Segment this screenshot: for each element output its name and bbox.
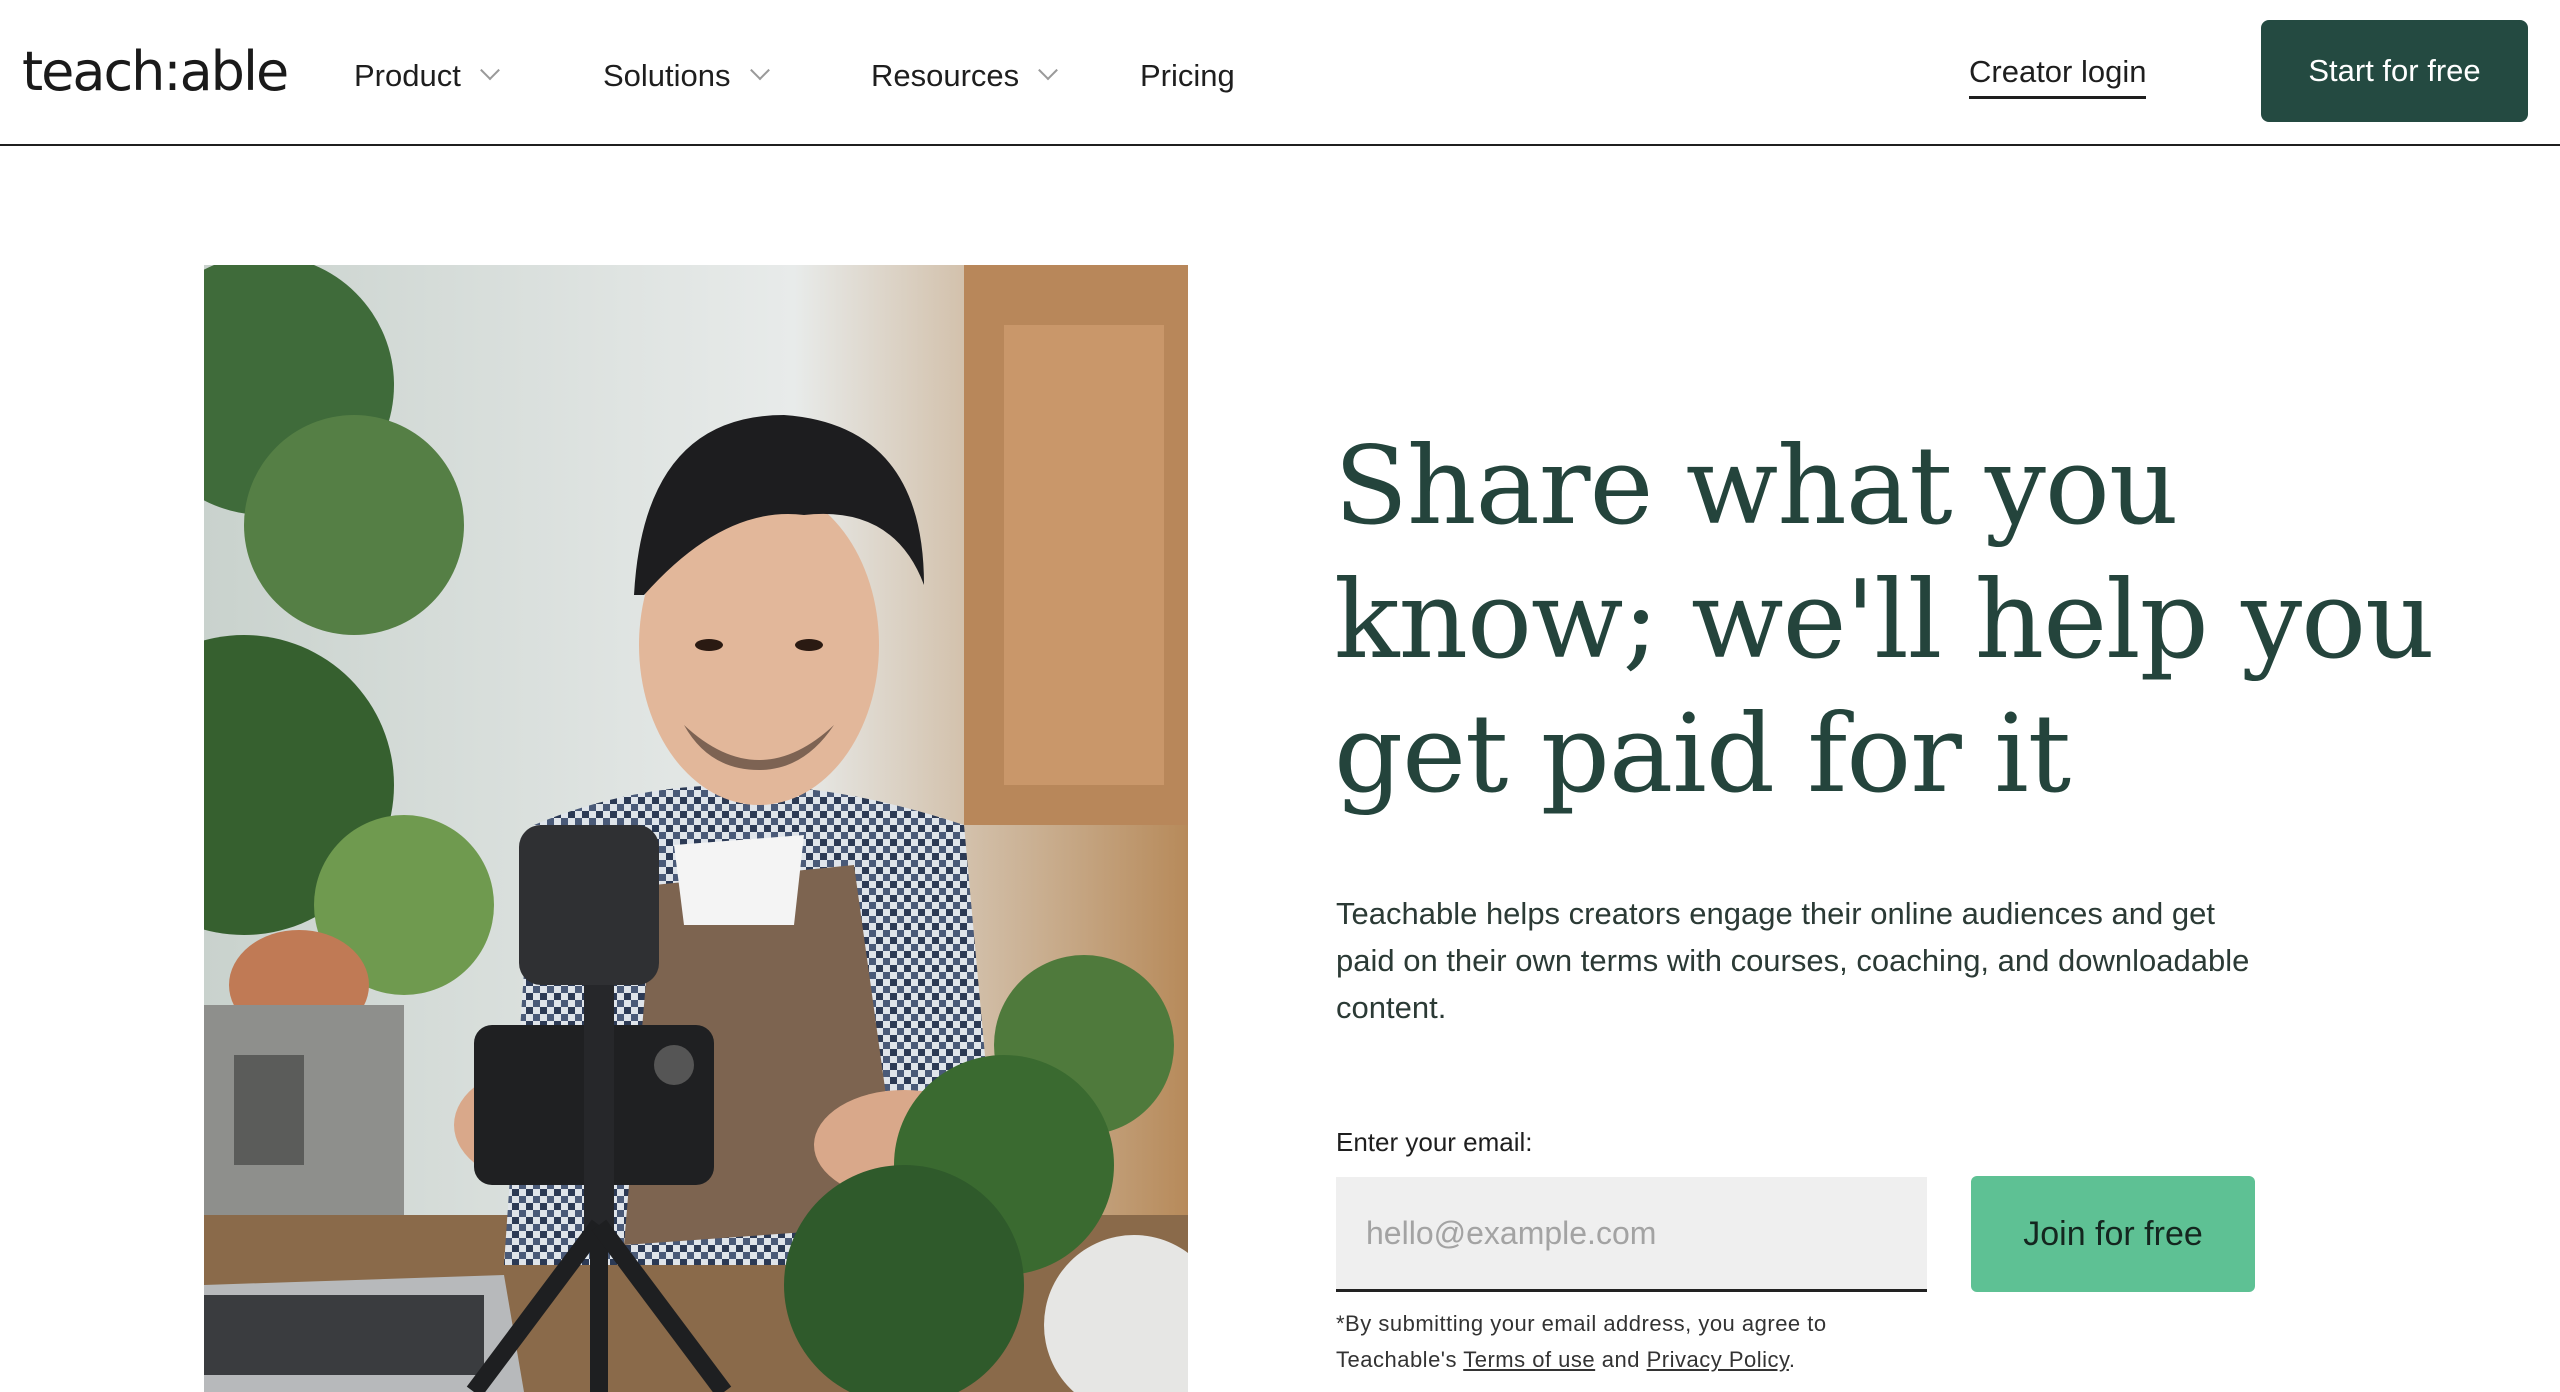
privacy-policy-link[interactable]: Privacy Policy <box>1647 1347 1789 1372</box>
photo-creator-filming-plants-icon <box>204 265 1188 1392</box>
hero-photo <box>204 265 1188 1392</box>
teachable-logo[interactable]: teach:able <box>22 40 289 104</box>
email-input[interactable] <box>1336 1177 1927 1292</box>
hero-headline: Share what you know; we'll help you get … <box>1334 424 2435 817</box>
nav-item-pricing[interactable]: Pricing <box>1140 52 1235 100</box>
chevron-down-icon <box>1038 60 1059 81</box>
chevron-down-icon <box>479 60 500 81</box>
hero-subtext: Teachable helps creators engage their on… <box>1336 896 2250 1025</box>
start-for-free-button[interactable]: Start for free <box>2261 20 2528 122</box>
join-for-free-button[interactable]: Join for free <box>1971 1176 2255 1292</box>
nav-item-label: Product <box>354 58 461 93</box>
creator-login-link[interactable]: Creator login <box>1969 50 2147 99</box>
email-label: Enter your email: <box>1336 1127 1533 1157</box>
nav-item-label: Solutions <box>603 58 731 93</box>
top-navigation: teach:able Product Solutions Resources P… <box>0 0 2560 146</box>
nav-item-resources[interactable]: Resources <box>871 52 1059 100</box>
nav-item-label: Resources <box>871 58 1020 93</box>
nav-item-product[interactable]: Product <box>354 52 500 100</box>
terms-of-use-link[interactable]: Terms of use <box>1463 1347 1595 1372</box>
nav-item-solutions[interactable]: Solutions <box>603 52 770 100</box>
disclaimer-and: and <box>1595 1347 1647 1372</box>
disclaimer-suffix: . <box>1788 1347 1796 1372</box>
email-disclaimer: *By submitting your email address, you a… <box>1336 1306 1936 1378</box>
chevron-down-icon <box>749 60 770 81</box>
nav-item-label: Pricing <box>1140 58 1235 93</box>
